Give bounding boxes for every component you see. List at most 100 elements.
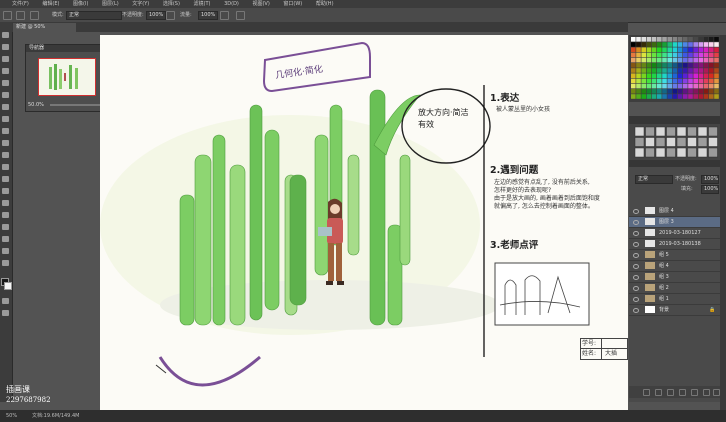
blur-tool-icon[interactable] <box>2 176 9 182</box>
layer-group-row[interactable]: 组 1 <box>629 294 721 305</box>
zoom-tool-icon[interactable] <box>2 260 9 266</box>
new-layer-icon[interactable] <box>703 389 710 396</box>
layer-row-background[interactable]: 背景 🔒 <box>629 305 721 316</box>
layer-row[interactable]: 2019-03-180138 <box>629 239 721 250</box>
visibility-eye-icon[interactable] <box>633 209 639 214</box>
layer-fill-input[interactable]: 100% <box>701 185 719 194</box>
mode-select[interactable]: 正常 <box>66 11 122 20</box>
color-swatch <box>657 94 662 99</box>
add-mask-icon[interactable] <box>667 389 674 396</box>
visibility-eye-icon[interactable] <box>633 308 639 313</box>
visibility-eye-icon[interactable] <box>633 253 639 258</box>
menu-item-layer[interactable]: 图层(L) <box>102 1 119 7</box>
dodge-tool-icon[interactable] <box>2 188 9 194</box>
document-tab[interactable]: 新建 @ 50% <box>13 23 76 32</box>
airbrush-icon[interactable] <box>220 11 229 20</box>
trash-icon[interactable] <box>713 389 720 396</box>
layer-group-row[interactable]: 组 2 <box>629 283 721 294</box>
adjustment-layer-icon[interactable] <box>679 389 686 396</box>
background-color-swatch[interactable] <box>4 282 12 290</box>
move-tool-icon[interactable] <box>2 32 9 38</box>
document-canvas[interactable]: 几何化·简化 放大方向·简洁有效 1.表达 被人蒙丛里的小女孩 2.遇到问题 左… <box>100 35 628 410</box>
style-preset <box>655 147 666 158</box>
new-group-icon[interactable] <box>691 389 698 396</box>
visibility-eye-icon[interactable] <box>633 275 639 280</box>
navigator-zoom-slider[interactable] <box>50 104 106 106</box>
navigator-thumbnail[interactable] <box>38 58 96 96</box>
menu-item-select[interactable]: 选择(S) <box>163 1 180 7</box>
hand-tool-icon[interactable] <box>2 248 9 254</box>
color-swatch <box>672 94 678 99</box>
options-bar: 模式: 正常 不透明度: 100% 流量: 100% <box>0 8 726 23</box>
healing-tool-icon[interactable] <box>2 104 9 110</box>
brush-panel-icon[interactable] <box>16 11 25 20</box>
color-swatch <box>688 52 693 58</box>
layer-group-row[interactable]: 组 3 <box>629 272 721 283</box>
color-swatch <box>646 37 652 42</box>
menu-item-help[interactable]: 帮助(H) <box>316 1 334 7</box>
visibility-eye-icon[interactable] <box>633 242 639 247</box>
layer-name: 组 5 <box>659 252 669 258</box>
flow-input[interactable]: 100% <box>198 11 218 20</box>
visibility-eye-icon[interactable] <box>633 231 639 236</box>
color-swatch <box>641 52 646 58</box>
menu-item-view[interactable]: 视图(V) <box>252 1 269 7</box>
quick-select-tool-icon[interactable] <box>2 68 9 74</box>
layer-group-row[interactable]: 组 4 <box>629 261 721 272</box>
type-tool-icon[interactable] <box>2 212 9 218</box>
layer-row-selected[interactable]: 图层 3 <box>629 217 721 228</box>
pen-tool-icon[interactable] <box>2 200 9 206</box>
link-layers-icon[interactable] <box>643 389 650 396</box>
color-swatch <box>703 52 709 58</box>
eyedropper-tool-icon[interactable] <box>2 92 9 98</box>
path-select-tool-icon[interactable] <box>2 224 9 230</box>
crop-tool-icon[interactable] <box>2 80 9 86</box>
stamp-tool-icon[interactable] <box>2 128 9 134</box>
marquee-tool-icon[interactable] <box>2 44 9 50</box>
eraser-tool-icon[interactable] <box>2 152 9 158</box>
menu-item-3d[interactable]: 3D(D) <box>224 1 239 7</box>
visibility-eye-icon[interactable] <box>633 286 639 291</box>
layer-row[interactable]: 图层 4 <box>629 206 721 217</box>
color-swatch-grid[interactable] <box>629 35 721 102</box>
menu-item-edit[interactable]: 编辑(E) <box>42 1 59 7</box>
color-swatch <box>657 42 662 47</box>
visibility-eye-icon[interactable] <box>633 220 639 225</box>
layer-blend-mode-select[interactable]: 正常 <box>635 175 673 184</box>
gradient-tool-icon[interactable] <box>2 164 9 170</box>
lasso-tool-icon[interactable] <box>2 56 9 62</box>
color-swatch <box>646 78 652 84</box>
color-swatch <box>631 63 636 68</box>
pressure-size-icon[interactable] <box>236 11 245 20</box>
pressure-opacity-icon[interactable] <box>166 11 175 20</box>
screen-mode-icon[interactable] <box>2 310 9 316</box>
toggle-brush-icon[interactable] <box>30 11 39 20</box>
opacity-input[interactable]: 100% <box>146 11 166 20</box>
visibility-eye-icon[interactable] <box>633 264 639 269</box>
right-dock-collapse-strip[interactable] <box>720 35 726 410</box>
style-preset <box>645 147 655 158</box>
quick-mask-icon[interactable] <box>2 298 9 304</box>
layer-group-row[interactable]: 组 5 <box>629 250 721 261</box>
visibility-eye-icon[interactable] <box>633 297 639 302</box>
folder-icon <box>645 284 655 291</box>
status-zoom[interactable]: 50% <box>6 410 17 422</box>
shape-tool-icon[interactable] <box>2 236 9 242</box>
status-doc-size: 文档:19.6M/149.4M <box>32 413 80 419</box>
brush-tool-icon[interactable] <box>2 116 9 122</box>
layer-opacity-input[interactable]: 100% <box>701 175 719 184</box>
layer-style-icon[interactable] <box>655 389 662 396</box>
history-brush-tool-icon[interactable] <box>2 140 9 146</box>
brush-preset-icon[interactable] <box>3 11 12 20</box>
menu-item-image[interactable]: 图像(I) <box>73 1 88 7</box>
navigator-zoom[interactable]: 50.0% <box>28 102 44 108</box>
menu-item-file[interactable]: 文件(F) <box>12 1 29 7</box>
layer-row[interactable]: 2019-03-180127 <box>629 228 721 239</box>
menu-item-filter[interactable]: 滤镜(T) <box>194 1 211 7</box>
color-swatch <box>657 68 662 73</box>
color-swatch <box>641 68 646 73</box>
color-swatch <box>631 78 636 84</box>
menu-item-window[interactable]: 窗口(W) <box>283 1 302 7</box>
style-presets-grid[interactable] <box>629 116 721 160</box>
menu-item-type[interactable]: 文字(Y) <box>132 1 149 7</box>
